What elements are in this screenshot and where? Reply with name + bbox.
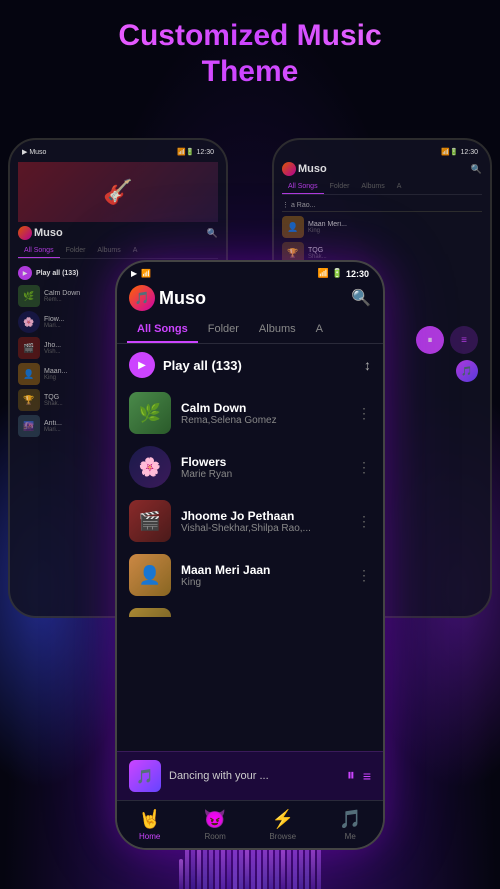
play-all-bar[interactable]: ▶ Play all (133) ↕ [117,344,383,386]
song-menu-maan[interactable]: ⋮ [357,567,371,584]
logo-icon: 🎵 [129,285,155,311]
song-title-jhoome: Jhoome Jo Pethaan [181,509,347,523]
player-title: Dancing with your ... [169,770,339,782]
song-thumb-calm-down: 🌿 [129,392,171,434]
song-artist-flowers: Marie Ryan [181,469,347,480]
song-item-flowers[interactable]: 🌸 Flowers Marie Ryan ⋮ [117,440,383,494]
player-thumbnail: 🎵 [129,760,161,792]
song-thumb-flowers: 🌸 [129,446,171,488]
song-thumb-jhoome: 🎬 [129,500,171,542]
song-artist-calm-down: Rema,Selena Gomez [181,415,347,426]
app-header: 🎵 Muso 🔍 [117,281,383,317]
queue-button[interactable]: ≡ [363,768,371,784]
nav-room[interactable]: 😈 Room [204,809,226,841]
nav-home[interactable]: 🤘 Home [139,809,161,841]
room-icon: 😈 [204,809,226,830]
status-bar: ▶ 📶 📶 🔋 12:30 [117,262,383,281]
song-thumb-tqg: 🏆 [129,608,171,617]
player-controls: ⏸ ≡ [347,767,371,785]
song-item-calm-down[interactable]: 🌿 Calm Down Rema,Selena Gomez ⋮ [117,386,383,440]
song-menu-jhoome[interactable]: ⋮ [357,513,371,530]
song-item-maan[interactable]: 👤 Maan Meri Jaan King ⋮ [117,548,383,602]
logo-text: Muso [159,288,206,309]
song-info-jhoome: Jhoome Jo Pethaan Vishal-Shekhar,Shilpa … [181,509,347,534]
song-title-flowers: Flowers [181,455,347,469]
play-all-button[interactable]: ▶ [129,352,155,378]
song-menu-calm-down[interactable]: ⋮ [357,405,371,422]
home-icon: 🤘 [139,809,161,830]
song-title-maan: Maan Meri Jaan [181,563,347,577]
nav-me-label: Me [345,832,356,841]
phone-front: ▶ 📶 📶 🔋 12:30 🎵 Muso 🔍 All Songs Folder … [115,260,385,850]
song-item-jhoome[interactable]: 🎬 Jhoome Jo Pethaan Vishal-Shekhar,Shilp… [117,494,383,548]
me-icon: 🎵 [339,809,361,830]
page-title: Customized Music Theme [0,18,500,90]
browse-icon: ⚡ [271,809,293,830]
nav-home-label: Home [139,832,160,841]
song-thumb-maan: 👤 [129,554,171,596]
tab-folder[interactable]: Folder [198,317,249,343]
song-menu-flowers[interactable]: ⋮ [357,459,371,476]
app-logo: 🎵 Muso [129,285,206,311]
tab-a[interactable]: A [306,317,333,343]
nav-browse[interactable]: ⚡ Browse [269,809,296,841]
song-info-maan: Maan Meri Jaan King [181,563,347,588]
song-info-flowers: Flowers Marie Ryan [181,455,347,480]
song-item-tqg[interactable]: 🏆 TQG Shakira & KAROL G ⋮ [117,602,383,617]
song-artist-maan: King [181,577,347,588]
pause-button[interactable]: ⏸ [347,767,355,785]
song-title-calm-down: Calm Down [181,401,347,415]
nav-browse-label: Browse [269,832,296,841]
song-artist-jhoome: Vishal-Shekhar,Shilpa Rao,... [181,523,347,534]
nav-me[interactable]: 🎵 Me [339,809,361,841]
song-info-calm-down: Calm Down Rema,Selena Gomez [181,401,347,426]
search-button[interactable]: 🔍 [351,288,371,308]
play-all-label: Play all (133) [163,358,242,373]
tabs-bar: All Songs Folder Albums A [117,317,383,344]
tab-all-songs[interactable]: All Songs [127,317,198,343]
tab-albums[interactable]: Albums [249,317,306,343]
nav-room-label: Room [204,832,225,841]
bottom-player[interactable]: 🎵 Dancing with your ... ⏸ ≡ [117,751,383,800]
play-all-left: ▶ Play all (133) [129,352,242,378]
status-icons: 📶 🔋 12:30 [318,268,369,279]
time-display: ▶ 📶 [131,269,151,278]
song-list: 🌿 Calm Down Rema,Selena Gomez ⋮ 🌸 Flower… [117,386,383,617]
bottom-nav: 🤘 Home 😈 Room ⚡ Browse 🎵 Me [117,800,383,848]
sort-icon[interactable]: ↕ [364,357,371,373]
